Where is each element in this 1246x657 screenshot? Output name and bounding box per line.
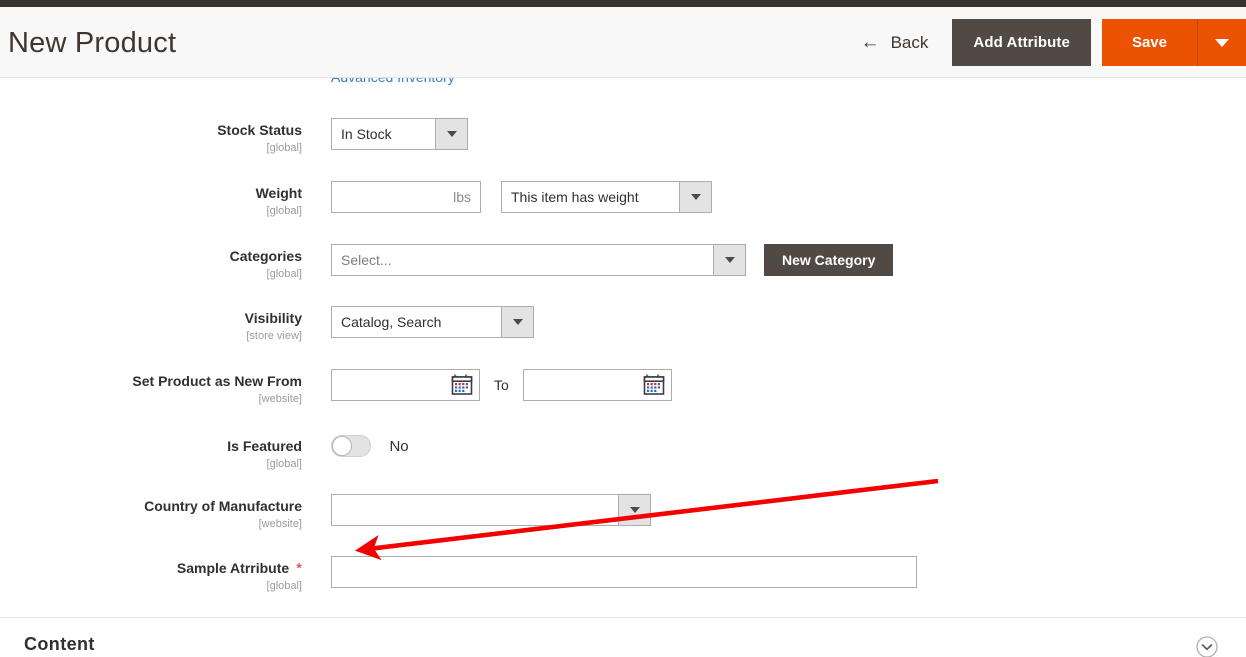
label-scope: [global] xyxy=(266,580,302,592)
categories-value: Select... xyxy=(341,252,392,268)
page-header-bar: New Product ← Back Add Attribute Save xyxy=(0,7,1246,78)
save-button-group: Save xyxy=(1101,19,1246,66)
label-text: Categories xyxy=(229,248,302,264)
label-text: Set Product as New From xyxy=(132,373,302,389)
field-label-visibility: Visibility [store view] xyxy=(0,310,302,343)
sample-attribute-input[interactable] xyxy=(331,556,917,588)
is-featured-toggle[interactable] xyxy=(331,435,371,457)
back-button[interactable]: ← Back xyxy=(861,33,947,53)
chevron-down-icon xyxy=(1215,38,1229,47)
field-label-country: Country of Manufacture [website] xyxy=(0,498,302,531)
stock-status-select[interactable]: In Stock xyxy=(331,118,468,150)
chevron-down-icon xyxy=(679,182,711,212)
required-marker: * xyxy=(296,560,302,577)
field-control-country xyxy=(331,494,651,526)
toggle-knob xyxy=(332,436,352,456)
arrow-left-icon: ← xyxy=(860,32,880,53)
set-new-to-label: To xyxy=(494,377,509,393)
label-scope: [website] xyxy=(258,518,302,530)
label-scope: [global] xyxy=(266,268,302,280)
chevron-down-icon xyxy=(501,307,533,337)
label-scope: [website] xyxy=(258,393,302,405)
field-label-categories: Categories [global] xyxy=(0,248,302,281)
label-text: Sample Atrribute xyxy=(176,560,290,576)
field-control-visibility: Catalog, Search xyxy=(331,306,534,338)
label-text: Country of Manufacture xyxy=(144,498,302,514)
field-label-set-new: Set Product as New From [website] xyxy=(0,373,302,406)
chevron-down-icon xyxy=(435,119,467,149)
calendar-icon[interactable] xyxy=(451,374,473,395)
field-control-set-new: To xyxy=(331,369,672,401)
weight-input[interactable] xyxy=(331,181,481,213)
visibility-select[interactable]: Catalog, Search xyxy=(331,306,534,338)
calendar-icon[interactable] xyxy=(643,374,665,395)
page-content: Advanced Inventory Stock Status [global]… xyxy=(0,0,1246,657)
label-text: Weight xyxy=(255,185,302,201)
label-text: Visibility xyxy=(244,310,302,326)
country-select[interactable] xyxy=(331,494,651,526)
label-scope: [store view] xyxy=(246,330,302,342)
save-button[interactable]: Save xyxy=(1101,19,1197,66)
label-text: Is Featured xyxy=(227,438,302,454)
label-text: Stock Status xyxy=(217,122,302,138)
field-label-stock-status: Stock Status [global] xyxy=(0,122,302,155)
add-attribute-button[interactable]: Add Attribute xyxy=(952,19,1091,66)
save-dropdown-toggle[interactable] xyxy=(1197,19,1246,66)
weight-input-wrap: lbs xyxy=(331,181,481,213)
categories-select[interactable]: Select... xyxy=(331,244,746,276)
field-control-is-featured: No xyxy=(331,435,409,462)
admin-top-strip xyxy=(0,0,1246,7)
field-control-categories: Select... New Category xyxy=(331,244,894,276)
label-scope: [global] xyxy=(266,205,302,217)
has-weight-value: This item has weight xyxy=(511,189,639,205)
chevron-down-icon xyxy=(713,245,745,275)
visibility-value: Catalog, Search xyxy=(341,314,442,330)
field-label-sample-attribute: Sample Atrribute * [global] xyxy=(0,560,302,593)
field-label-is-featured: Is Featured [global] xyxy=(0,438,302,471)
product-edit-page: Advanced Inventory Stock Status [global]… xyxy=(0,0,1246,657)
chevron-down-circle-icon[interactable] xyxy=(1196,636,1218,657)
set-new-to-wrap xyxy=(522,369,672,401)
field-label-weight: Weight [global] xyxy=(0,185,302,218)
set-new-from-wrap xyxy=(331,369,480,401)
back-button-label: Back xyxy=(890,32,929,52)
header-actions: ← Back Add Attribute Save xyxy=(861,7,1246,78)
is-featured-state-label: No xyxy=(389,438,409,455)
stock-status-value: In Stock xyxy=(341,126,392,142)
country-value xyxy=(332,495,618,525)
section-divider xyxy=(0,617,1246,618)
chevron-down-icon xyxy=(618,495,650,525)
new-category-button[interactable]: New Category xyxy=(764,244,894,276)
field-control-sample-attribute xyxy=(331,556,917,588)
page-title: New Product xyxy=(8,27,177,59)
content-section-title: Content xyxy=(24,634,95,654)
field-control-weight: lbs This item has weight xyxy=(331,181,712,213)
field-control-stock-status: In Stock xyxy=(331,118,468,150)
has-weight-select[interactable]: This item has weight xyxy=(501,181,712,213)
label-scope: [global] xyxy=(266,458,302,470)
label-scope: [global] xyxy=(266,142,302,154)
